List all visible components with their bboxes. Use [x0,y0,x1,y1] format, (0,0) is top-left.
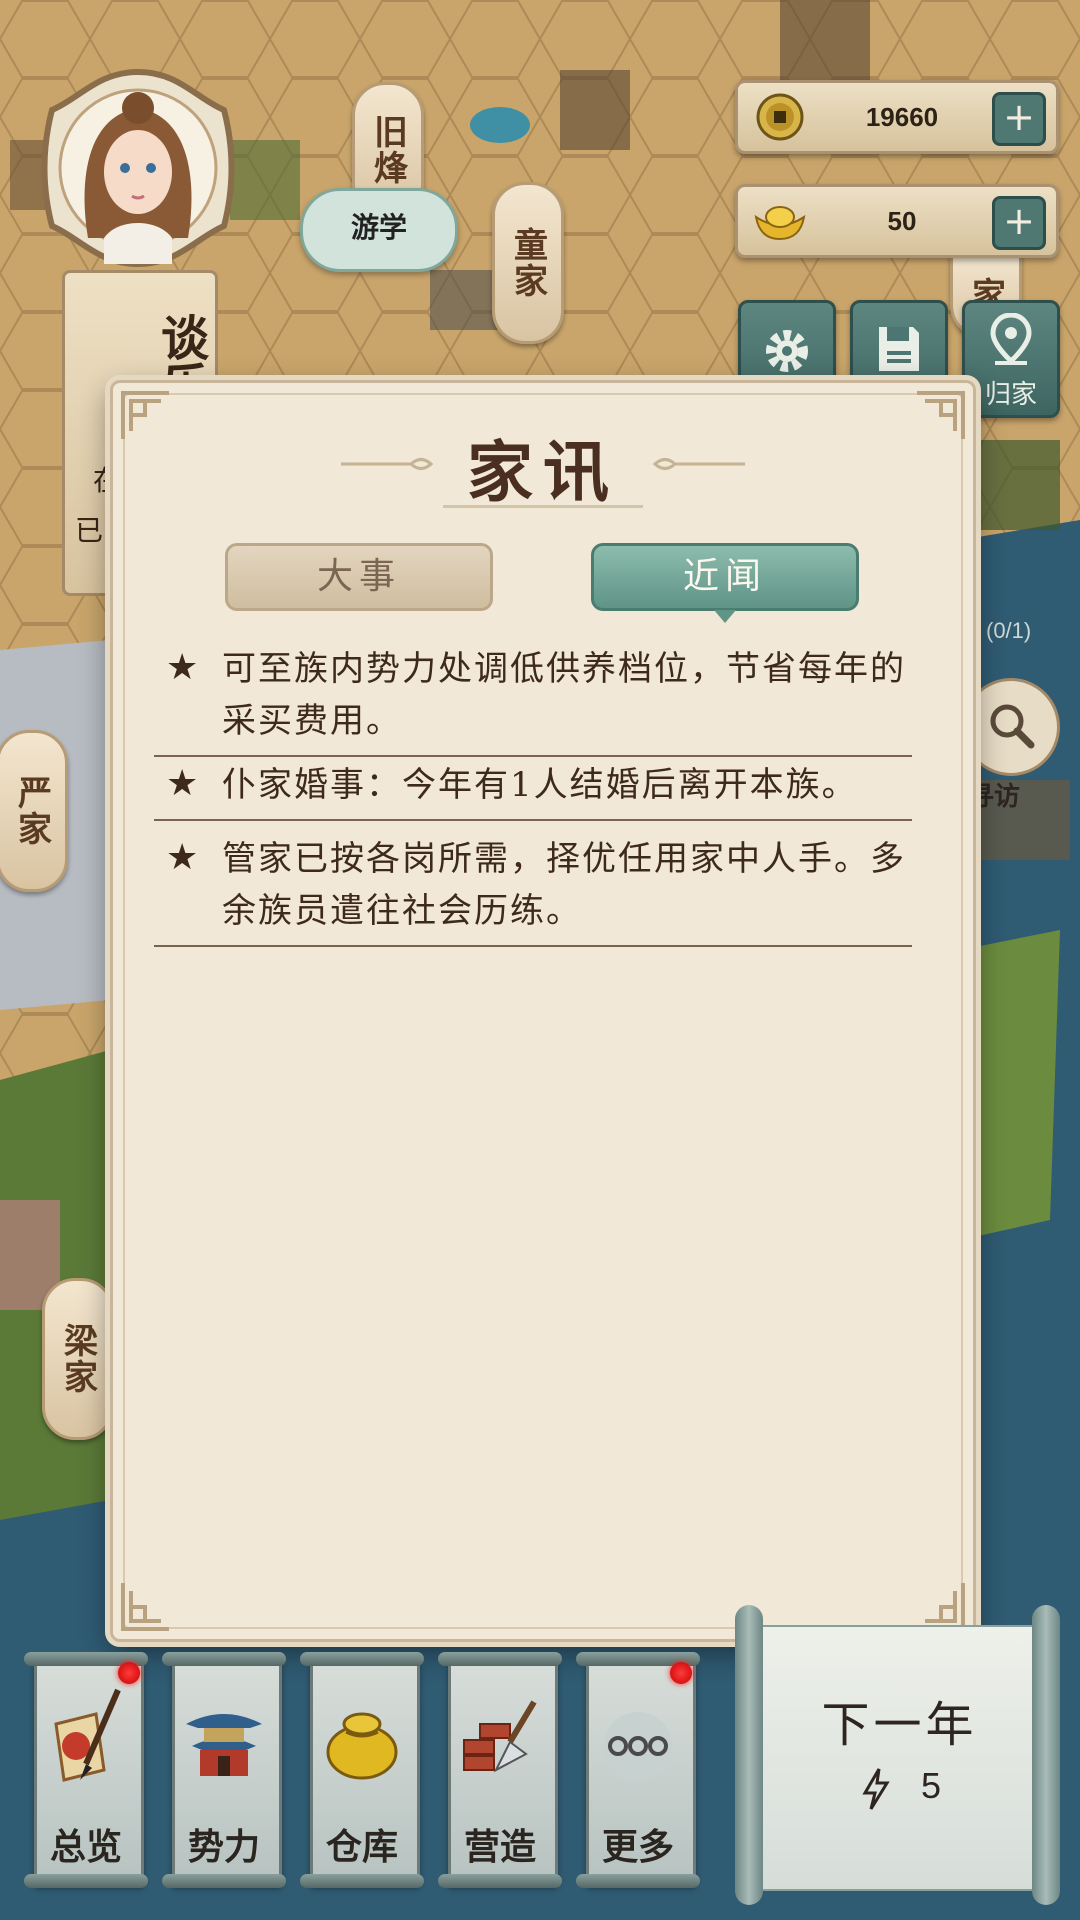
star-icon: ★ [166,837,199,878]
coin-resource: 19660 + [735,80,1059,154]
menu-warehouse-button[interactable]: 仓库 [300,1648,424,1888]
magnifier-icon [990,704,1035,749]
menu-more-button[interactable]: 更多 [576,1648,700,1888]
more-dots-icon [604,1712,672,1780]
copper-coin-icon [756,93,804,141]
star-icon: ★ [166,647,199,688]
menu-overview-button[interactable]: 总览 [24,1648,148,1888]
character-status-2: 已 [75,514,104,547]
notification-badge [670,1662,692,1684]
return-home-label: 归家 [984,380,1037,410]
news-item: ★ 可至族内势力处调低供养档位，节省每年的采买费用。 [154,641,912,757]
floppy-disk-icon [879,327,919,371]
lightning-icon [862,1768,890,1810]
menu-more-label: 更多 [601,1826,674,1868]
scroll-brush-icon [54,1688,121,1782]
title-underline [443,505,643,508]
add-ingots-button[interactable]: + [992,196,1046,250]
scroll-rod [1032,1605,1060,1905]
scroll-rod [438,1652,562,1666]
money-bag-icon [326,1712,398,1780]
scroll-rod [24,1874,148,1888]
menu-warehouse-label: 仓库 [325,1826,398,1868]
activity-bubble[interactable]: 游学 [300,188,458,272]
coin-amount: 19660 [865,102,939,132]
scroll-rod [438,1874,562,1888]
map-label-tong[interactable]: 童家 [492,182,564,344]
scroll-rod [162,1874,286,1888]
character-portrait[interactable] [28,68,248,268]
scroll-rod [735,1605,763,1905]
news-item: ★ 管家已按各岗所需，择优任用家中人手。多余族员遣往社会历练。 [154,831,912,947]
news-item-text: 仆家婚事：今年有1人结婚后离开本族。 [222,765,858,805]
next-year-button[interactable]: 下一年 5 [735,1605,1060,1905]
map-label-liang[interactable]: 梁家 [42,1278,114,1440]
news-item-text: 管家已按各岗所需，择优任用家中人手。多余族员遣往社会历练。 [222,839,906,931]
tab-major-events[interactable]: 大事 [225,543,493,611]
news-item: ★ 仆家婚事：今年有1人结婚后离开本族。 [154,757,912,821]
menu-build-button[interactable]: 营造 [438,1648,562,1888]
next-year-scroll [757,1625,1046,1891]
family-news-dialog: 家讯 大事 近闻 ★ 可至族内势力处调低供养档位，节省每年的采买费用。 ★ 仆家… [110,380,976,1642]
return-home-button[interactable]: 归家 [962,300,1060,418]
scroll-rod [300,1652,424,1666]
tab-recent-news[interactable]: 近闻 [591,543,859,623]
add-coins-button[interactable]: + [992,92,1046,146]
ingot-resource: 50 + [735,184,1059,258]
scroll-rod [162,1652,286,1666]
notification-badge [118,1662,140,1684]
scroll-rod [300,1874,424,1888]
menu-power-label: 势力 [187,1826,260,1868]
gear-icon [766,330,808,372]
map-label-yan[interactable]: 严家 [0,730,68,892]
menu-power-button[interactable]: 势力 [162,1648,286,1888]
star-icon: ★ [166,763,199,804]
dialog-title: 家讯 [467,433,619,511]
next-year-label: 下一年 [821,1697,978,1753]
gold-ingot-icon [754,206,806,241]
activity-label: 游学 [350,211,407,244]
news-item-text: 可至族内势力处调低供养档位，节省每年的采买费用。 [222,649,906,741]
pavilion-icon [186,1714,262,1776]
title-ornament-right-icon [652,458,745,470]
energy-count: 5 [921,1765,942,1806]
visit-count: (0/1) [986,618,1032,643]
corner-ornament-icon [121,1583,169,1631]
menu-build-label: 营造 [463,1826,536,1868]
scroll-rod [576,1874,700,1888]
bricks-trowel-icon [463,1700,537,1773]
map-pin-icon [990,313,1032,365]
ingot-amount: 50 [887,206,917,236]
visit-button[interactable] [962,678,1060,776]
menu-overview-label: 总览 [49,1826,122,1868]
